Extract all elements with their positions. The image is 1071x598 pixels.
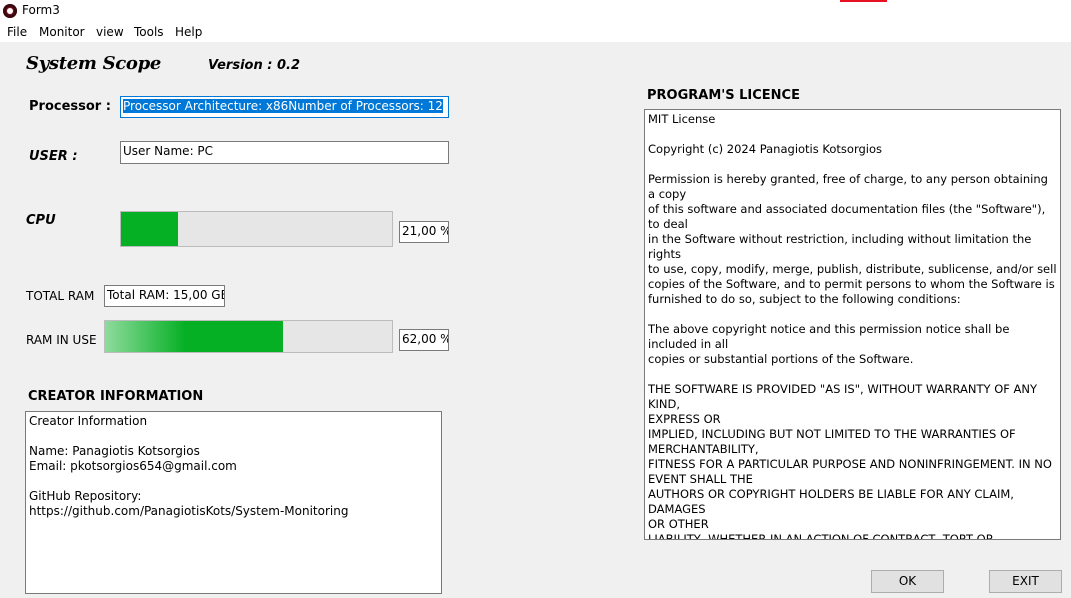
licence-heading: PROGRAM'S LICENCE bbox=[647, 88, 800, 103]
window-title: Form3 bbox=[22, 3, 60, 17]
menu-monitor[interactable]: Monitor bbox=[39, 25, 85, 39]
ram-progress-bar bbox=[104, 320, 393, 353]
processor-label: Processor : bbox=[29, 99, 111, 114]
menu-tools[interactable]: Tools bbox=[134, 25, 164, 39]
ok-button[interactable]: OK bbox=[871, 570, 944, 593]
cpu-percent-field[interactable]: 21,00 % bbox=[399, 221, 449, 243]
creator-textbox[interactable]: Creator Information Name: Panagiotis Kot… bbox=[25, 411, 442, 594]
menu-file[interactable]: File bbox=[7, 25, 27, 39]
menu-bar: File Monitor view Tools Help bbox=[0, 22, 1071, 42]
ram-in-use-label: RAM IN USE bbox=[26, 333, 97, 347]
app-icon bbox=[3, 4, 17, 18]
creator-heading: CREATOR INFORMATION bbox=[28, 389, 204, 404]
close-button-edge bbox=[840, 0, 887, 2]
cpu-progress-bar bbox=[120, 211, 393, 247]
cpu-label: CPU bbox=[26, 213, 56, 228]
version-label: Version : 0.2 bbox=[208, 58, 301, 73]
licence-textbox[interactable]: MIT License Copyright (c) 2024 Panagioti… bbox=[644, 109, 1061, 540]
menu-view[interactable]: view bbox=[96, 25, 124, 39]
processor-field[interactable]: Processor Architecture: x86Number of Pro… bbox=[120, 96, 449, 118]
cpu-progress-fill bbox=[121, 212, 178, 246]
total-ram-field[interactable]: Total RAM: 15,00 GB bbox=[104, 285, 225, 307]
ram-percent-field[interactable]: 62,00 % bbox=[399, 329, 449, 351]
ram-progress-glow bbox=[105, 321, 185, 352]
exit-button[interactable]: EXIT bbox=[989, 570, 1062, 593]
user-label: USER : bbox=[29, 149, 78, 164]
title-bar: Form3 bbox=[0, 0, 1071, 22]
total-ram-label: TOTAL RAM bbox=[26, 289, 95, 303]
menu-help[interactable]: Help bbox=[175, 25, 202, 39]
app-title: System Scope bbox=[26, 53, 162, 74]
processor-value: Processor Architecture: x86Number of Pro… bbox=[123, 99, 443, 113]
user-field[interactable]: User Name: PC bbox=[120, 141, 449, 164]
